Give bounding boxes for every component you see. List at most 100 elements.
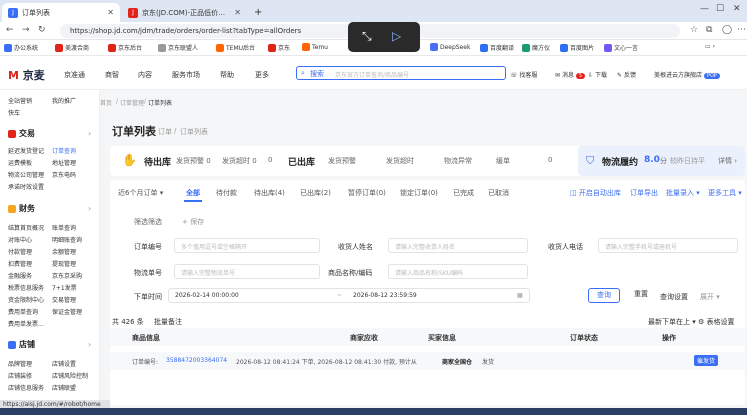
- status-item[interactable]: 物流异常: [444, 156, 472, 166]
- save-filter-button[interactable]: + 保存: [182, 217, 204, 227]
- batch-note-button[interactable]: 批量备注: [154, 317, 182, 327]
- download-link[interactable]: ⇩ 下载: [588, 70, 607, 79]
- exit-fullscreen-icon[interactable]: ⤡: [362, 29, 372, 44]
- breadcrumb-item[interactable]: 订单管理: [120, 98, 144, 107]
- messages-link[interactable]: ✉ 消息 5: [555, 70, 586, 79]
- status-item[interactable]: 0: [268, 156, 272, 164]
- urge-ship-badge[interactable]: 催发货: [694, 355, 719, 366]
- tab-cancelled[interactable]: 已取消: [488, 188, 509, 198]
- bookmark-item[interactable]: 百度翻译: [480, 43, 514, 52]
- sidebar-link[interactable]: 店铺装修: [8, 371, 32, 380]
- bookmark-folder[interactable]: ▭ ›: [705, 43, 715, 50]
- search-box[interactable]: ⌕ 搜索 京东官方订单查询/商品编号: [296, 66, 506, 80]
- menu-icon[interactable]: ⋯: [737, 25, 746, 35]
- sidebar-section-shop[interactable]: 店铺 ›: [8, 339, 100, 350]
- sidebar-link[interactable]: 承诺时效设置: [8, 182, 44, 191]
- sidebar-link[interactable]: 7+1发票: [52, 283, 77, 292]
- bookmark-item[interactable]: Temu: [302, 43, 328, 51]
- status-item[interactable]: 发货超时: [386, 156, 414, 166]
- back-icon[interactable]: ←: [6, 25, 14, 35]
- nav-item[interactable]: 帮助: [220, 70, 234, 80]
- sidebar-link[interactable]: 账单查询: [52, 223, 76, 232]
- nav-item[interactable]: 更多: [255, 70, 269, 80]
- sidebar-link[interactable]: 店铺风险控制: [52, 371, 88, 380]
- status-item[interactable]: 发货预警 0: [176, 156, 211, 166]
- bookmark-item[interactable]: 京东: [268, 43, 290, 52]
- profile-icon[interactable]: ◯: [722, 25, 732, 35]
- expand-button[interactable]: 展开 ▾: [700, 292, 720, 302]
- tab-all[interactable]: 全部: [186, 188, 200, 198]
- export-button[interactable]: 订单导出: [630, 188, 658, 198]
- tab-shipped[interactable]: 已出库(2): [300, 188, 331, 198]
- star-icon[interactable]: ☆: [690, 25, 698, 35]
- bookmark-item[interactable]: 百度图片: [560, 43, 594, 52]
- sidebar-link-order-query[interactable]: 订单查询: [52, 146, 76, 155]
- bookmark-item[interactable]: 办公系统: [4, 43, 38, 52]
- sidebar-link[interactable]: 提现管理: [52, 259, 76, 268]
- batch-entry-button[interactable]: 批量录入 ▾: [666, 188, 700, 198]
- sidebar-section-finance[interactable]: 财务 ›: [8, 203, 100, 214]
- order-no-link[interactable]: 3588472003364074: [166, 357, 227, 364]
- sidebar-link[interactable]: 扣费管理: [8, 259, 32, 268]
- more-tools-button[interactable]: 更多工具 ▾: [708, 188, 742, 198]
- table-settings-button[interactable]: ⚙ 表格设置: [698, 317, 735, 327]
- bookmark-item[interactable]: 京东联盟人: [158, 43, 198, 52]
- sidebar-link[interactable]: 保证金管理: [52, 307, 82, 316]
- product-name-input[interactable]: 请输入商品名称/SKU编码: [388, 264, 528, 279]
- close-window-icon[interactable]: ✕: [733, 4, 741, 14]
- receiver-name-input[interactable]: 请输入完整收货人姓名: [388, 238, 528, 253]
- bookmark-item[interactable]: 文心一言: [604, 43, 638, 52]
- sidebar-link[interactable]: 金融服务: [8, 271, 32, 280]
- shop-name[interactable]: 美根进云方旗舰店 POP: [654, 70, 720, 79]
- sidebar-link[interactable]: 京东电码: [52, 170, 76, 179]
- sidebar-link[interactable]: 京东京采购: [52, 271, 82, 280]
- sidebar-link[interactable]: 店铺联盟: [52, 383, 76, 392]
- query-settings-button[interactable]: 查询设置: [660, 292, 688, 302]
- forward-icon[interactable]: →: [22, 25, 30, 35]
- sidebar-link[interactable]: 交易管理: [52, 295, 76, 304]
- sidebar-link[interactable]: 付款管理: [8, 247, 32, 256]
- status-pending[interactable]: 待出库: [144, 155, 171, 168]
- nav-item[interactable]: 商智: [105, 70, 119, 80]
- reload-icon[interactable]: ↻: [38, 25, 46, 35]
- close-icon[interactable]: ✕: [101, 8, 114, 17]
- sidebar-link[interactable]: 店铺信息服务: [8, 383, 44, 392]
- nav-item[interactable]: 京准通: [64, 70, 85, 80]
- service-link[interactable]: ☏ 找客服: [510, 70, 537, 79]
- status-item[interactable]: 缓单: [496, 156, 510, 166]
- new-tab-button[interactable]: +: [248, 3, 264, 22]
- maximize-icon[interactable]: ☐: [716, 4, 724, 14]
- minimize-icon[interactable]: —: [700, 4, 709, 14]
- status-item[interactable]: 0: [548, 156, 552, 164]
- reset-button[interactable]: 重置: [626, 288, 656, 303]
- sidebar-link[interactable]: 余额管理: [52, 247, 76, 256]
- bookmark-item[interactable]: 魔方仪: [522, 43, 550, 52]
- sidebar-link[interactable]: 延迟发货登记: [8, 146, 44, 155]
- sidebar-link[interactable]: 结算首页概况: [8, 223, 44, 232]
- nav-item[interactable]: 内容: [138, 70, 152, 80]
- bookmark-item[interactable]: 京东后台: [108, 43, 142, 52]
- extensions-icon[interactable]: ⧉: [706, 25, 712, 35]
- tab-pending-ship[interactable]: 待出库(4): [254, 188, 285, 198]
- sidebar-link[interactable]: 全站营销: [8, 96, 32, 105]
- nav-item[interactable]: 服务市场: [172, 70, 200, 80]
- feedback-link[interactable]: ✎ 反馈: [617, 70, 636, 79]
- sidebar-link[interactable]: 费用单查询: [8, 307, 38, 316]
- order-time-range[interactable]: 2026-02-14 00:00:00 ~ 2026-08-12 23:59:5…: [168, 288, 530, 303]
- sidebar-link[interactable]: 地址管理: [52, 158, 76, 167]
- page-crumb-item[interactable]: 订单: [158, 127, 172, 137]
- receiver-phone-input[interactable]: 请输入完整手机号或座机号: [598, 238, 738, 253]
- bookmark-item[interactable]: DeepSeek: [430, 43, 470, 51]
- sidebar-link[interactable]: 我的推广: [52, 96, 76, 105]
- sidebar-link[interactable]: 明细账查询: [52, 235, 82, 244]
- sidebar-link[interactable]: 物流公司管理: [8, 170, 44, 179]
- app-logo[interactable]: M 京麦: [8, 67, 45, 83]
- status-item[interactable]: 发货预警: [328, 156, 356, 166]
- search-button[interactable]: 查询: [588, 288, 620, 303]
- bookmark-item[interactable]: TEMU后台: [216, 43, 255, 52]
- sort-select[interactable]: 最新下单在上 ▾: [648, 317, 696, 327]
- tab-jd-home[interactable]: J 京东(JD.COM)-正品低价、品质保障 ✕: [122, 3, 247, 22]
- sidebar-link[interactable]: 资金限制中心: [8, 295, 44, 304]
- sidebar-link[interactable]: 费用单发票...: [8, 319, 44, 328]
- auto-ship-toggle[interactable]: ◫ 开启自动出库: [570, 188, 621, 198]
